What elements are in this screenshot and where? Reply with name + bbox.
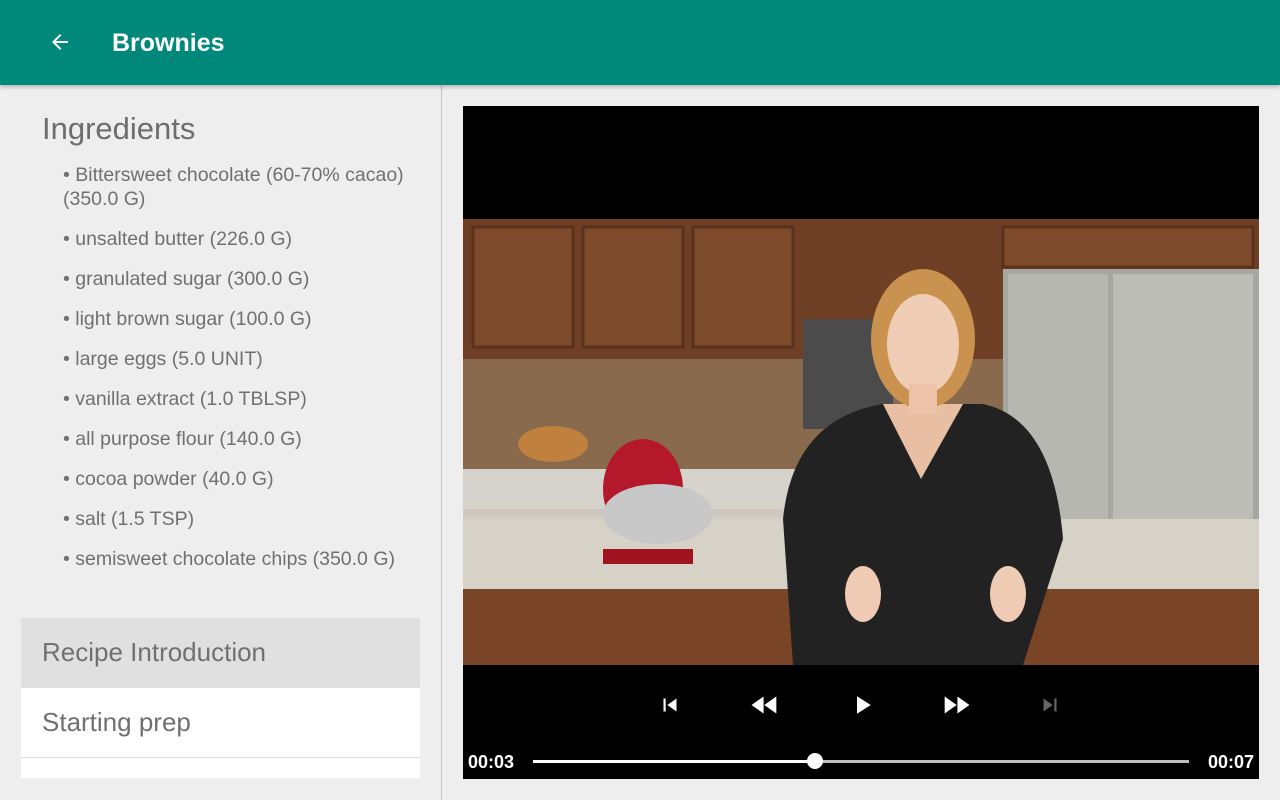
app-bar: Brownies — [0, 0, 1280, 85]
video-still-image — [463, 219, 1259, 665]
ingredient-item: • Bittersweet chocolate (60-70% cacao) (… — [63, 164, 404, 210]
player-controls: 00:03 00:07 — [463, 665, 1259, 779]
step-item-starting-prep[interactable]: Starting prep — [21, 688, 420, 758]
step-item[interactable] — [21, 758, 420, 778]
ingredients-list: • Bittersweet chocolate (60-70% cacao) (… — [63, 163, 408, 587]
ingredient-item: • vanilla extract (1.0 TBLSP) — [63, 388, 307, 410]
rewind-icon — [751, 696, 777, 714]
skip-next-icon — [1043, 698, 1057, 712]
rewind-button[interactable] — [743, 685, 787, 725]
fast-forward-button[interactable] — [934, 685, 978, 725]
ingredient-item: • salt (1.5 TSP) — [63, 508, 195, 530]
seek-progress — [533, 760, 816, 763]
ingredient-item: • all purpose flour (140.0 G) — [63, 428, 302, 450]
duration: 00:07 — [1207, 752, 1254, 772]
ingredients-heading: Ingredients — [42, 111, 196, 146]
ingredient-item: • unsalted butter (226.0 G) — [63, 228, 293, 250]
play-button[interactable] — [840, 685, 884, 725]
steps-list: Recipe Introduction Starting prep — [21, 618, 420, 778]
ingredient-item: • granulated sugar (300.0 G) — [63, 268, 310, 290]
video-player[interactable]: 00:03 00:07 — [463, 106, 1259, 779]
ingredient-item: • large eggs (5.0 UNIT) — [63, 348, 263, 370]
skip-previous-button[interactable] — [648, 685, 692, 725]
skip-previous-icon — [663, 698, 677, 712]
pane-divider — [441, 85, 442, 800]
play-icon — [857, 696, 871, 714]
video-frame[interactable] — [463, 219, 1259, 665]
page-title: Brownies — [112, 29, 225, 57]
ingredient-item: • light brown sugar (100.0 G) — [63, 308, 312, 330]
arrow-back-icon — [52, 34, 68, 50]
ingredient-item: • cocoa powder (40.0 G) — [63, 468, 274, 490]
skip-next-button[interactable] — [1028, 685, 1072, 725]
back-button[interactable] — [38, 20, 82, 64]
step-item-recipe-introduction[interactable]: Recipe Introduction — [21, 618, 420, 688]
recipe-details-pane[interactable]: Ingredients • Bittersweet chocolate (60-… — [0, 85, 441, 800]
current-time: 00:03 — [468, 752, 515, 772]
ingredient-item: • semisweet chocolate chips (350.0 G) — [63, 548, 395, 570]
seek-thumb[interactable] — [807, 753, 824, 769]
fast-forward-icon — [944, 696, 970, 714]
seek-bar[interactable] — [533, 753, 1189, 769]
